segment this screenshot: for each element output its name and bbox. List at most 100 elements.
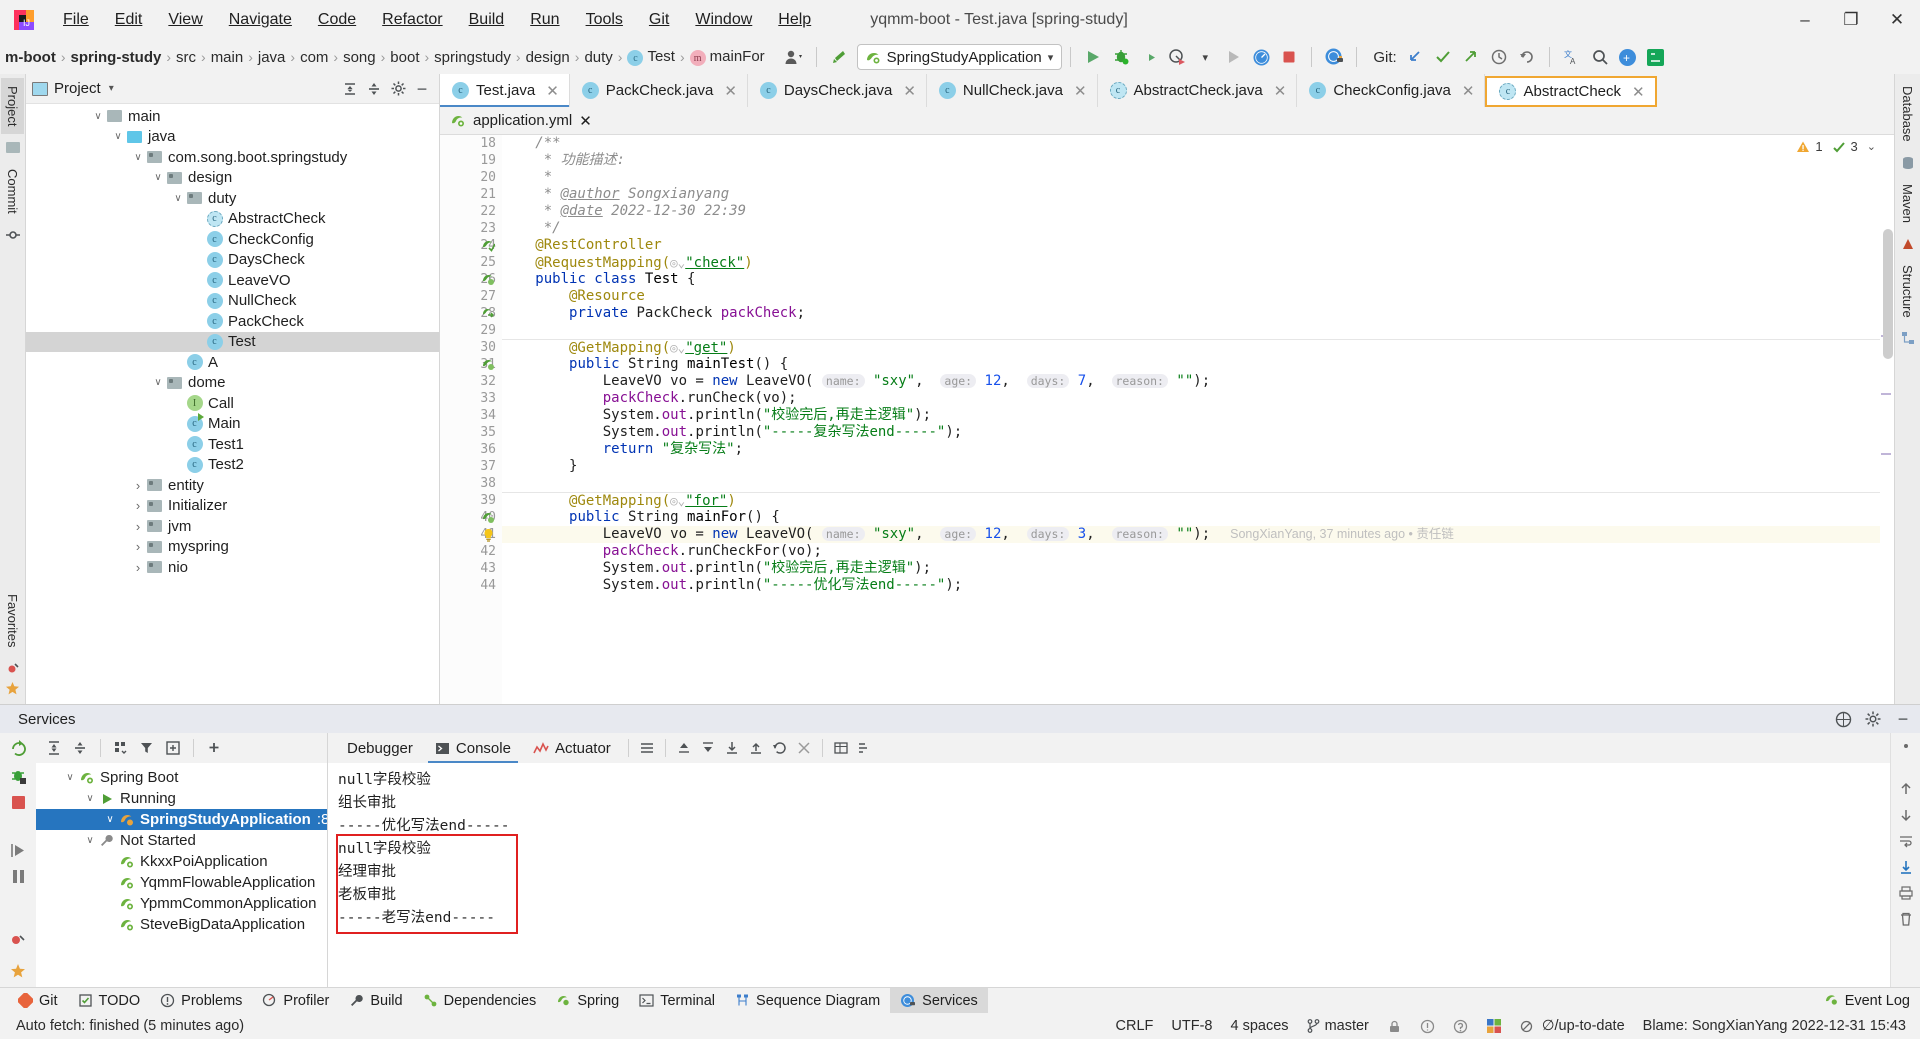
minimize-button[interactable]: – (1782, 0, 1828, 40)
chevron-down-icon[interactable]: ∨ (170, 193, 186, 204)
tree-node-call[interactable]: I Call (26, 393, 439, 414)
translate-icon[interactable]: 文A (1560, 45, 1584, 69)
spring-bean-gutter-icon[interactable] (482, 239, 496, 253)
menu-code[interactable]: Code (305, 7, 369, 33)
tree-node-com-song-boot-springstudy[interactable]: ∨ com.song.boot.springstudy (26, 147, 439, 168)
gear-icon[interactable] (1860, 706, 1886, 732)
run-icon[interactable] (1081, 45, 1105, 69)
close-icon[interactable]: ✕ (579, 112, 592, 130)
star-icon[interactable] (10, 963, 26, 979)
breadcrumb-item-src[interactable]: src (173, 49, 199, 66)
rail-tab-database[interactable]: Database (1896, 78, 1919, 150)
scroll-up-icon[interactable] (672, 736, 696, 760)
collapse-all-icon[interactable] (68, 736, 92, 760)
menu-git[interactable]: Git (636, 7, 682, 33)
camera-icon[interactable] (10, 931, 27, 948)
soft-wrap-icon[interactable] (635, 736, 659, 760)
code-line-21[interactable]: * @author Songxianyang (510, 186, 1880, 203)
tree-node-initializer[interactable]: › Initializer (26, 496, 439, 517)
maximize-button[interactable]: ❐ (1828, 0, 1874, 40)
tree-node-design[interactable]: ∨ design (26, 168, 439, 189)
editor-gutter[interactable]: 18 19 20 21 22 23 24 25 26 27 28 29 30 31 32 33 34 35 36 37… (440, 135, 502, 704)
debug-icon[interactable] (1109, 45, 1133, 69)
gutter-line-38[interactable]: 38 (440, 475, 502, 492)
code-line-20[interactable]: * (510, 169, 1880, 186)
gutter-line-29[interactable]: 29 (440, 322, 502, 339)
gutter-line-30[interactable]: 30 (440, 339, 502, 356)
blame-info[interactable]: Blame: SongXianYang 2022-12-31 15:43 (1634, 1013, 1920, 1039)
code-line-18[interactable]: /** (510, 135, 1880, 152)
code-text[interactable]: /** * 功能描述: * * @author Songxianyang * @… (502, 135, 1880, 704)
gutter-line-19[interactable]: 19 (440, 152, 502, 169)
code-line-25[interactable]: @RequestMapping(◎⌄"check") (510, 254, 1880, 271)
gutter-line-44[interactable]: 44 (440, 577, 502, 594)
service-node-spring-boot[interactable]: ∨ Spring Boot (36, 767, 327, 788)
hide-panel-icon[interactable]: − (411, 78, 433, 100)
hide-panel-icon[interactable]: − (1890, 706, 1916, 732)
gutter-line-36[interactable]: 36 (440, 441, 502, 458)
menu-window[interactable]: Window (682, 7, 765, 33)
gutter-line-27[interactable]: 27 (440, 288, 502, 305)
account-icon[interactable]: + (1616, 45, 1640, 69)
chevron-down-icon[interactable]: ∨ (62, 772, 78, 783)
tool-strip-spring[interactable]: Spring (546, 988, 629, 1014)
spring-bean-gutter-icon[interactable] (482, 273, 496, 287)
add-frame-icon[interactable] (161, 736, 185, 760)
git-rollback-icon[interactable] (1515, 45, 1539, 69)
service-node-yqmmflowableapplication[interactable]: YqmmFlowableApplication (36, 872, 327, 893)
gear-icon[interactable] (387, 78, 409, 100)
chevron-down-icon[interactable]: ⌄ (1867, 140, 1876, 153)
tool-strip-terminal[interactable]: Terminal (629, 988, 725, 1014)
gutter-line-37[interactable]: 37 (440, 458, 502, 475)
code-line-29[interactable] (510, 322, 1880, 339)
code-line-26[interactable]: public class Test { (510, 271, 1880, 288)
tool-strip-profiler[interactable]: Profiler (252, 988, 339, 1014)
service-node-springstudyapplication[interactable]: ∨ SpringStudyApplication:8080/ (36, 809, 327, 830)
breadcrumb-item-m-boot[interactable]: m-boot (2, 49, 59, 66)
line-separator[interactable]: CRLF (1107, 1013, 1163, 1039)
restart-icon[interactable] (768, 736, 792, 760)
chevron-down-icon[interactable]: ∨ (82, 793, 98, 804)
editor-tab-abstractcheck[interactable]: c AbstractCheck ✕ (1485, 76, 1657, 107)
code-line-24[interactable]: @RestController (510, 237, 1880, 254)
tool-strip-todo[interactable]: TODO (68, 988, 151, 1014)
code-line-35[interactable]: System.out.println("-----复杂写法end-----"); (510, 424, 1880, 441)
tree-node-test[interactable]: c Test (26, 331, 439, 352)
console-output[interactable]: null字段校验 组长审批 -----优化写法end----- null字段校验 经理审… (328, 763, 1890, 987)
breadcrumb-item-com[interactable]: com (297, 49, 331, 66)
rail-tab-commit[interactable]: Commit (1, 161, 24, 222)
code-line-33[interactable]: packCheck.runCheck(vo); (510, 390, 1880, 407)
tree-node-entity[interactable]: › entity (26, 475, 439, 496)
pause-icon[interactable] (10, 868, 27, 885)
close-icon[interactable]: ✕ (546, 82, 559, 100)
chevron-right-icon[interactable]: › (130, 539, 146, 554)
branch[interactable]: master (1298, 1013, 1378, 1039)
chevron-down-icon[interactable]: ∨ (90, 111, 106, 122)
filter-icon[interactable] (135, 736, 159, 760)
subtab-application-yml[interactable]: application.yml ✕ (440, 107, 602, 135)
service-node-ypmmcommonapplication[interactable]: YpmmCommonApplication (36, 893, 327, 914)
scroll-down-icon[interactable] (1898, 807, 1914, 823)
menu-run[interactable]: Run (517, 7, 572, 33)
tree-node-a[interactable]: cA (26, 352, 439, 373)
code-editor[interactable]: 18 19 20 21 22 23 24 25 26 27 28 29 30 31 32 33 34 35 36 37… (440, 135, 1894, 704)
tool-strip-services[interactable]: Services (890, 987, 988, 1014)
menu-file[interactable]: File (50, 7, 102, 33)
close-icon[interactable]: ✕ (1462, 82, 1475, 100)
inspection-widget[interactable]: 1 3 ⌄ (1796, 139, 1876, 154)
run-configuration-selector[interactable]: SpringStudyApplication ▾ (856, 44, 1063, 70)
menu-build[interactable]: Build (456, 7, 518, 33)
menu-refactor[interactable]: Refactor (369, 7, 455, 33)
tree-node-duty[interactable]: ∨ duty (26, 188, 439, 209)
code-line-27[interactable]: @Resource (510, 288, 1880, 305)
breadcrumb-item-song[interactable]: song (340, 49, 379, 66)
collapse-all-icon[interactable] (363, 78, 385, 100)
rail-tab-structure[interactable]: Structure (1896, 257, 1919, 326)
code-line-41[interactable]: LeaveVO vo = new LeaveVO( name: "sxy", a… (510, 526, 1880, 543)
close-icon[interactable]: ✕ (903, 82, 916, 100)
chevron-right-icon[interactable]: › (130, 478, 146, 493)
breadcrumb-item-duty[interactable]: duty (581, 49, 615, 66)
scroll-up-icon[interactable] (1898, 781, 1914, 797)
tree-node-test1[interactable]: c Test1 (26, 434, 439, 455)
gutter-line-22[interactable]: 22 (440, 203, 502, 220)
